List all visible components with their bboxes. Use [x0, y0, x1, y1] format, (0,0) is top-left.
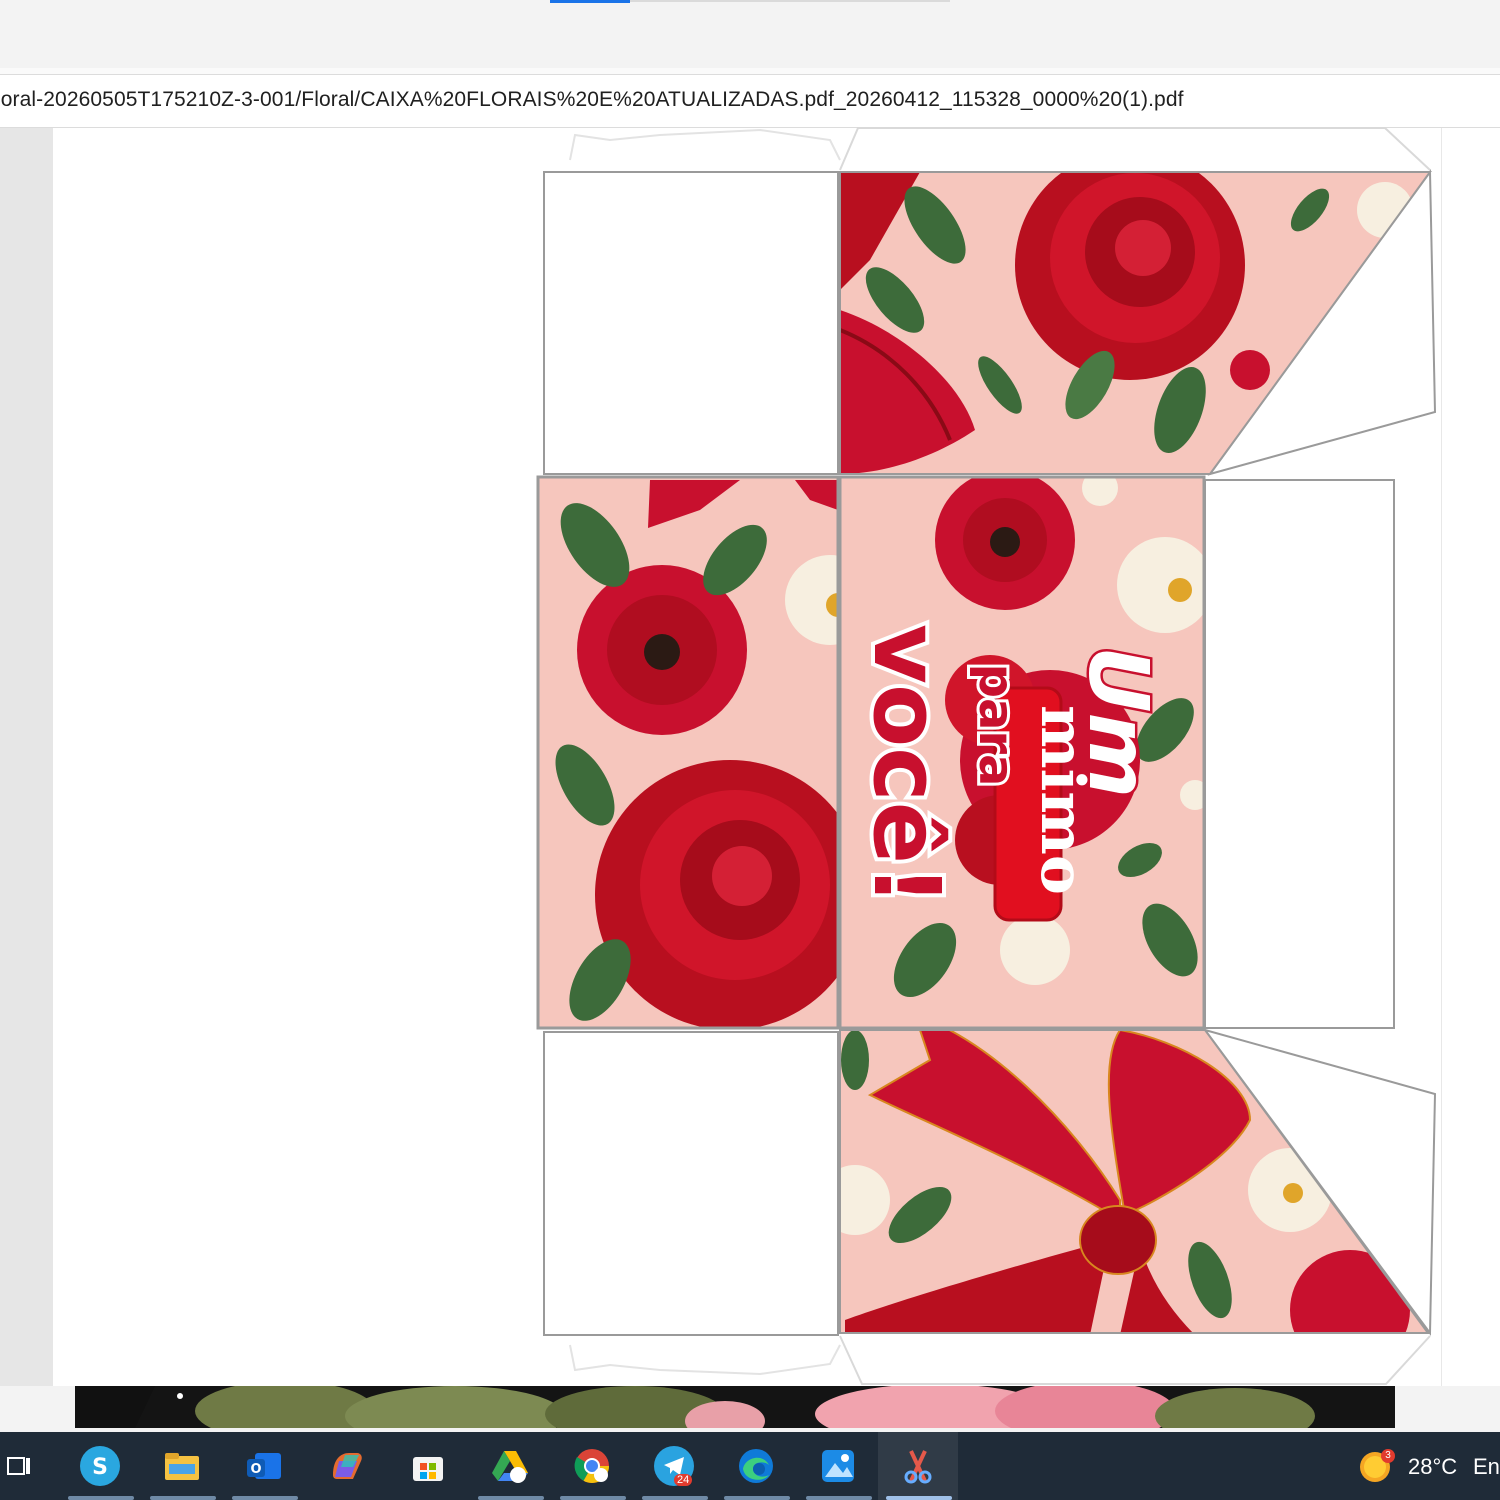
tab-strip-line [630, 0, 950, 2]
pdf-page [53, 128, 1441, 1386]
active-app-highlight [878, 1432, 958, 1500]
telegram-unread-badge: 24 [674, 1474, 693, 1486]
outlook-icon[interactable]: O [244, 1446, 284, 1486]
photos-icon[interactable] [818, 1446, 858, 1486]
microsoft-store-icon[interactable] [408, 1446, 448, 1486]
google-drive-icon[interactable] [490, 1446, 530, 1486]
desktop-wallpaper-strip [75, 1386, 1395, 1428]
taskbar-running-indicator [68, 1496, 134, 1500]
taskbar-running-indicator [642, 1496, 708, 1500]
chrome-icon[interactable] [572, 1446, 612, 1486]
weather-alert-badge: 3 [1381, 1449, 1395, 1463]
weather-temperature[interactable]: 28°C [1408, 1454, 1457, 1480]
active-tab-indicator[interactable] [550, 0, 630, 3]
taskbar-running-indicator [560, 1496, 626, 1500]
taskbar-running-indicator [478, 1496, 544, 1500]
viewer-right-gutter [1441, 128, 1500, 1386]
taskbar-running-indicator [806, 1496, 872, 1500]
task-view-icon[interactable] [0, 1446, 40, 1486]
address-url[interactable]: loral-20260505T175210Z-3-001/Floral/CAIX… [0, 88, 1184, 112]
skype-icon[interactable]: S [80, 1446, 120, 1486]
copilot-icon[interactable] [326, 1446, 366, 1486]
chrome-divider [0, 68, 1500, 75]
viewer-left-gutter [0, 128, 53, 1386]
desktop-strip-right [1395, 1386, 1500, 1428]
taskbar-running-indicator [724, 1496, 790, 1500]
svg-text:O: O [250, 1462, 261, 1477]
edge-icon[interactable] [736, 1446, 776, 1486]
taskbar-running-indicator [232, 1496, 298, 1500]
taskbar-active-indicator [886, 1496, 952, 1500]
input-language[interactable]: En [1473, 1454, 1500, 1480]
file-explorer-icon[interactable] [162, 1446, 202, 1486]
desktop-strip-left [0, 1386, 75, 1428]
taskbar-running-indicator [150, 1496, 216, 1500]
svg-text:S: S [92, 1455, 108, 1480]
browser-top-chrome [0, 0, 1500, 68]
